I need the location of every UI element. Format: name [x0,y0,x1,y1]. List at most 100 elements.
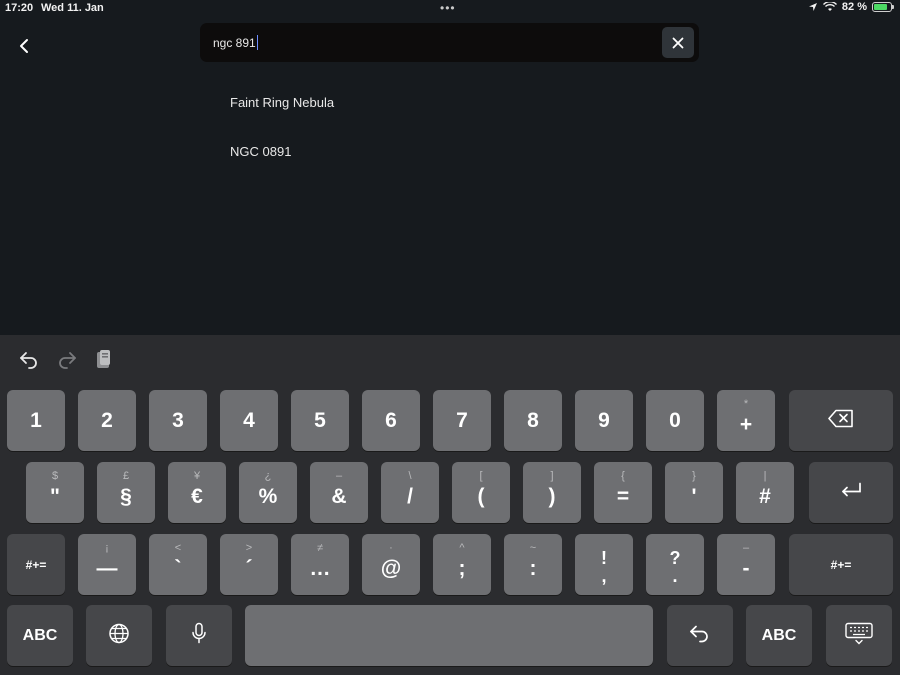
key-symbol[interactable]: ~: [504,534,562,595]
delete-icon [828,409,853,427]
key-label: 5 [314,408,326,432]
dictation-key[interactable] [166,605,232,666]
key-label: ) [548,485,556,508]
key-label: § [120,485,132,508]
battery-icon [872,2,894,12]
key-label: #+= [25,557,47,572]
key-alt-label: $ [51,470,59,482]
paste-button[interactable] [92,347,116,371]
key-10[interactable]: 0 [646,390,704,451]
battery-percent: 82 % [841,1,867,13]
keyboard-shortcut-bar [0,335,900,383]
key-label: ABC [761,626,797,644]
key-label: @ [380,557,402,580]
clipboard-icon [97,350,110,368]
back-button[interactable] [14,34,34,58]
key-label: ` [174,557,182,580]
key-9[interactable]: 9 [575,390,633,451]
key-label: : [529,557,537,580]
key-label: & [331,485,347,508]
undo-icon [20,352,37,369]
redo-button[interactable] [55,347,79,371]
hide-keyboard-key[interactable] [826,605,892,666]
key-label: 2 [101,408,113,432]
key-7[interactable]: 7 [433,390,491,451]
key-1[interactable]: 1 [7,390,65,451]
key-symbol[interactable]: | # [736,462,794,523]
key-label: ? . [669,548,681,586]
abc-key[interactable]: ABC [7,605,73,666]
delete-key[interactable] [789,390,893,451]
key-symbol[interactable]: > ´ [220,534,278,595]
location-arrow-icon [808,3,817,11]
key-label: 6 [385,408,397,432]
key-alt-label: { [621,470,625,482]
search-input[interactable]: ngc 891 [213,35,259,50]
space-bar[interactable] [245,605,653,666]
key-label: ! , [601,548,607,586]
list-item[interactable]: NGC 0891 [230,144,334,193]
key-alt-label: | [763,470,767,482]
key-label: - [742,557,750,580]
key-symbol[interactable]: · @ [362,534,420,595]
close-icon [672,37,684,48]
key-label: #+= [830,557,852,572]
key-alt-label: * [743,398,749,410]
key-symbol[interactable]: {= [594,462,652,523]
key-symbol[interactable]: £ § [97,462,155,523]
status-date: Wed 11. Jan [41,2,104,14]
key-symbol[interactable]: ! , [575,534,633,595]
key-label: / [407,485,413,508]
key-5[interactable]: 5 [291,390,349,451]
key-alt-label: ~ [529,542,537,554]
key-alt-label: > [245,542,253,554]
key-symbol[interactable]: ¥ € [168,462,226,523]
key-symbol[interactable]: ≠… [291,534,349,595]
symbols-toggle-key[interactable]: #+= [7,534,65,595]
key-label: 3 [172,408,184,432]
key-6[interactable]: 6 [362,390,420,451]
key-symbol[interactable]: ? . [646,534,704,595]
key-symbol[interactable]: } ' [665,462,723,523]
key-alt-label: } [692,470,696,482]
key-11[interactable]: * + [717,390,775,451]
globe-key[interactable] [86,605,152,666]
key-label: 8 [527,408,539,432]
undo-button[interactable] [17,347,41,371]
globe-icon [109,623,129,643]
key-symbol[interactable]: – & [310,462,368,523]
key-label: + [739,413,753,436]
key-symbol[interactable]: ]) [523,462,581,523]
key-symbol[interactable]: < ` [149,534,207,595]
key-alt-label: ^ [459,542,465,554]
key-symbol[interactable]: ¿% [239,462,297,523]
undo-key[interactable] [667,605,733,666]
undo-icon [690,625,708,642]
wifi-icon [822,2,837,11]
list-item[interactable]: Faint Ring Nebula [230,95,334,144]
redo-icon [59,352,76,369]
key-symbol[interactable]: [( [452,462,510,523]
key-symbol[interactable]: $ " [26,462,84,523]
key-symbol[interactable]: \ / [381,462,439,523]
key-8[interactable]: 8 [504,390,562,451]
key-2[interactable]: 2 [78,390,136,451]
key-label: ; [458,557,466,580]
key-symbol[interactable]: ^; [433,534,491,595]
status-time: 17:20 [5,2,34,14]
search-bar[interactable]: ngc 891 [200,23,699,62]
multitasking-dots-icon[interactable]: ••• [440,1,456,15]
clear-search-button[interactable] [662,27,694,58]
status-bar: 17:20 Wed 11. Jan ••• 82 % [0,0,900,18]
key-4[interactable]: 4 [220,390,278,451]
text-caret [256,35,259,50]
return-icon [842,482,861,496]
key-alt-label: ≠ [316,542,324,554]
return-key[interactable] [809,462,893,523]
key-label: ( [477,485,485,508]
symbols-toggle-key[interactable]: #+= [789,534,893,595]
key-3[interactable]: 3 [149,390,207,451]
key-symbol[interactable]: – - [717,534,775,595]
key-symbol[interactable]: ¡ — [78,534,136,595]
abc-key[interactable]: ABC [746,605,812,666]
